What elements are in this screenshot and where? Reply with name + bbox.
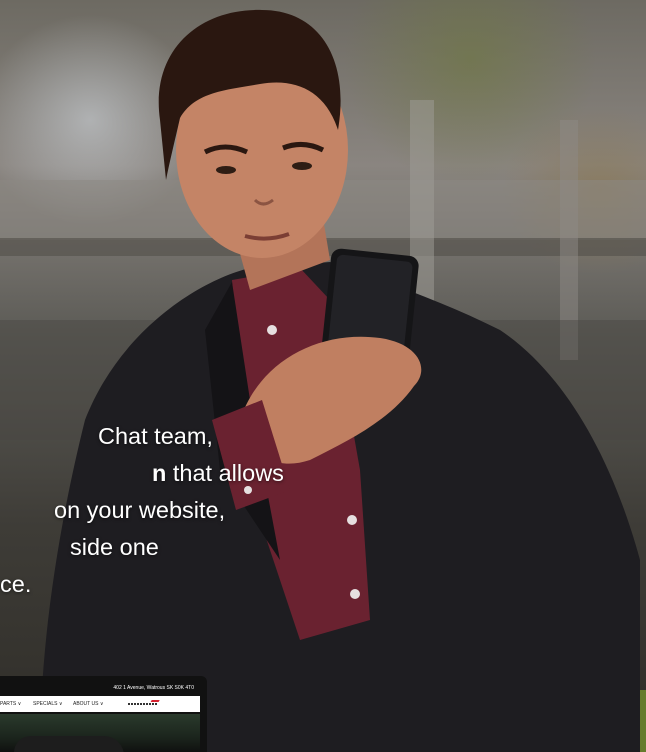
hero-photo: Chat team, n that allows on your website… (0, 0, 646, 752)
mockup-nav-specials[interactable]: SPECIALS ∨ (33, 696, 63, 712)
copy-line-1: Chat team, (98, 423, 213, 449)
brand-mark-icon (148, 700, 160, 706)
mockup-address: 402 1 Avenue, Watrous SK S0K 4T0 (113, 685, 194, 691)
mockup-navbar: PARTS ∨ SPECIALS ∨ ABOUT US ∨ (0, 696, 200, 712)
copy-line-5: ce. (0, 571, 32, 597)
mockup-nav-about[interactable]: ABOUT US ∨ (73, 696, 104, 712)
mockup-nav-parts[interactable]: PARTS ∨ (0, 696, 21, 712)
intro-copy: Chat team, n that allows on your website… (0, 418, 300, 603)
website-mockup: 402 1 Avenue, Watrous SK S0K 4T0 PARTS ∨… (0, 676, 207, 752)
background-photo (0, 9, 646, 752)
car-image (14, 736, 124, 752)
copy-line-3: on your website, (54, 497, 226, 523)
copy-line-2: n that allows (152, 460, 284, 486)
copy-line-4: side one (70, 534, 159, 560)
mockup-hero-image (0, 714, 200, 752)
